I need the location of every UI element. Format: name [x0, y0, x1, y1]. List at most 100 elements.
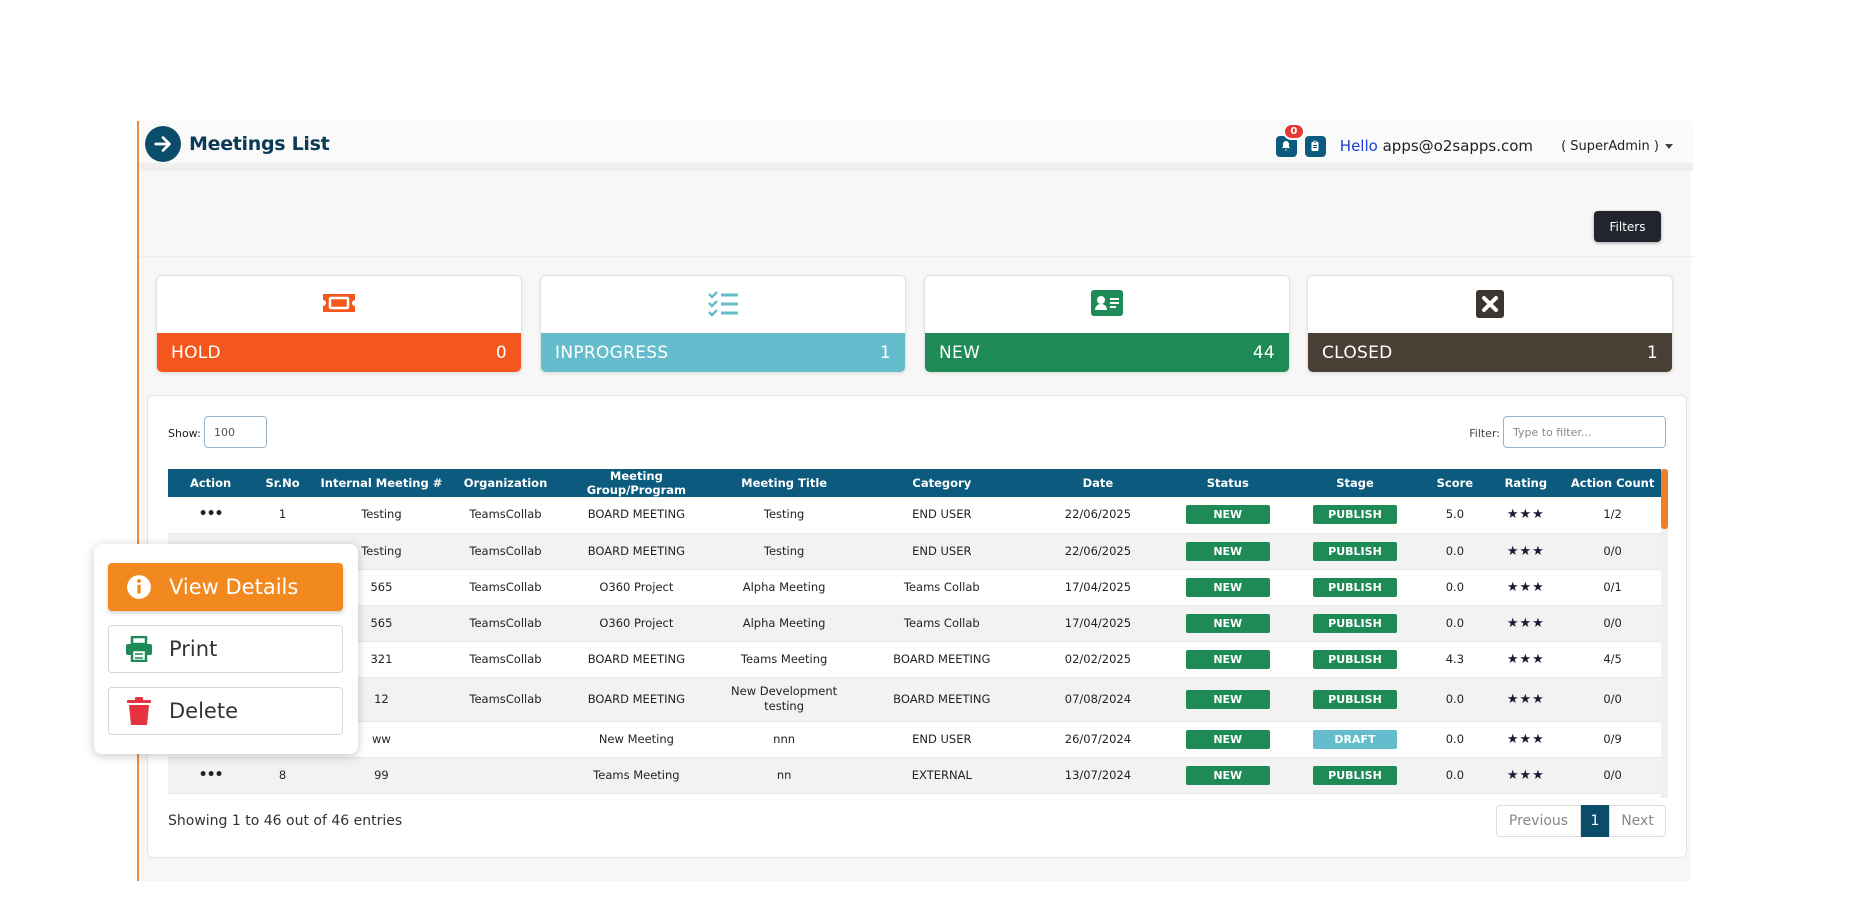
table-cell: END USER [855, 533, 1029, 570]
column-header[interactable]: Organization [450, 469, 561, 497]
table-cell: Alpha Meeting [712, 569, 856, 606]
cell-organization: TeamsCollab [469, 691, 542, 706]
column-header[interactable]: Category [855, 469, 1029, 497]
table-cell: ★★★ [1487, 641, 1565, 678]
column-header[interactable]: Meeting Title [712, 469, 856, 497]
row-action-menu-button[interactable]: ••• [199, 506, 224, 522]
table-row[interactable]: 565 TeamsCollab O360 Project Alpha Meeting T… [168, 605, 1661, 642]
page-button-1[interactable]: 1 [1581, 805, 1609, 837]
pagination: Previous 1 Next [1496, 805, 1666, 837]
column-header[interactable]: Date [1028, 469, 1168, 497]
status-card-inprogress[interactable]: INPROGRESS 1 [540, 275, 906, 373]
table-cell: Teams Collab [855, 569, 1029, 606]
table-row[interactable]: ••• 8 99 Teams Meeting nn EXTERNAL 13/07/2024 N… [168, 757, 1661, 794]
cell-internal-meeting: 99 [374, 767, 389, 782]
show-label: Show: [168, 427, 201, 440]
card-count: 1 [1646, 342, 1658, 363]
table-cell: ★★★ [1487, 533, 1565, 570]
card-count: 0 [495, 342, 507, 363]
filters-button[interactable]: Filters [1594, 211, 1661, 242]
table-row[interactable]: Testing TeamsCollab BOARD MEETING Testing EN… [168, 533, 1661, 570]
table-cell: PUBLISH [1287, 757, 1423, 794]
cell-meeting-group: O360 Project [599, 579, 674, 594]
table-header-row: Action Sr.No Internal Meeting # Organizatio… [168, 469, 1661, 497]
column-header[interactable]: Score [1422, 469, 1488, 497]
cell-internal-meeting: Testing [361, 507, 402, 522]
rating-stars: ★★★ [1506, 507, 1545, 523]
column-header[interactable]: Sr.No [253, 469, 313, 497]
delete-menu-item[interactable]: Delete [108, 687, 343, 735]
user-greeting: Hello apps@o2sapps.com [1340, 137, 1533, 155]
cell-action-count: 0/1 [1603, 579, 1622, 594]
filter-input[interactable] [1503, 416, 1666, 448]
column-header[interactable]: Status [1167, 469, 1288, 497]
column-header[interactable]: Action Count [1564, 469, 1661, 497]
column-header[interactable]: Meeting Group/Program [560, 469, 713, 497]
arrow-right-circle-icon[interactable] [145, 126, 181, 162]
table-cell: NEW [1167, 605, 1288, 642]
table-row[interactable]: ••• 1 Testing TeamsCollab BOARD MEETING Testi… [168, 497, 1661, 534]
cell-internal-meeting: 12 [374, 691, 389, 706]
status-card-hold[interactable]: HOLD 0 [156, 275, 522, 373]
table-scrollbar[interactable] [1661, 469, 1668, 798]
rating-stars: ★★★ [1506, 543, 1545, 559]
cell-meeting-title: Alpha Meeting [742, 615, 826, 630]
table-cell: BOARD MEETING [560, 533, 713, 570]
column-header[interactable]: Stage [1287, 469, 1423, 497]
table-row[interactable]: ww New Meeting nnn END USER 26/07/2024 NEW DRA… [168, 721, 1661, 758]
cell-meeting-group: BOARD MEETING [587, 543, 686, 558]
cell-score: 5.0 [1445, 507, 1465, 522]
table-cell: 07/08/2024 [1028, 677, 1168, 722]
table-scroll-area[interactable]: Action Sr.No Internal Meeting # Organizatio… [168, 469, 1668, 798]
next-button[interactable]: Next [1609, 805, 1666, 837]
rating-stars: ★★★ [1506, 731, 1545, 747]
cell-organization: TeamsCollab [469, 651, 542, 666]
cell-category: BOARD MEETING [893, 651, 991, 666]
entries-info: Showing 1 to 46 out of 46 entries [168, 813, 403, 829]
clipboard-icon[interactable] [1304, 135, 1326, 157]
status-card-closed[interactable]: CLOSED 1 [1307, 275, 1673, 373]
table-cell: 22/06/2025 [1028, 497, 1168, 534]
table-cell: ••• [168, 497, 254, 534]
hello-word: Hello [1339, 137, 1378, 155]
table-cell: 0/0 [1564, 605, 1661, 642]
column-header[interactable]: Internal Meeting # [312, 469, 451, 497]
meetings-table-panel: Show: Filter: ActionSr.NoInternal Meetin… [147, 395, 1687, 858]
user-email: apps@o2sapps.com [1382, 137, 1534, 155]
table-cell: 4/5 [1564, 641, 1661, 678]
cell-meeting-title: nnn [773, 731, 796, 746]
table-cell: PUBLISH [1287, 677, 1423, 722]
table-cell: 0.0 [1422, 757, 1488, 794]
status-card-new[interactable]: NEW 44 [924, 275, 1290, 373]
cell-sr-no: 1 [278, 507, 287, 522]
view-details-menu-item[interactable]: View Details [108, 563, 343, 611]
card-label: HOLD [171, 342, 221, 363]
table-cell: NEW [1167, 497, 1288, 534]
cell-score: 4.3 [1445, 651, 1465, 666]
cell-category: Teams Collab [903, 615, 980, 630]
table-row[interactable]: 12 TeamsCollab BOARD MEETING New Developmen… [168, 677, 1661, 722]
print-menu-item[interactable]: Print [108, 625, 343, 673]
table-cell: PUBLISH [1287, 497, 1423, 534]
scrollbar-thumb[interactable] [1661, 469, 1668, 529]
column-header[interactable]: Rating [1487, 469, 1565, 497]
previous-button[interactable]: Previous [1496, 805, 1581, 837]
table-cell: 5.0 [1422, 497, 1488, 534]
column-header[interactable]: Action [168, 469, 254, 497]
table-cell: PUBLISH [1287, 533, 1423, 570]
table-cell: PUBLISH [1287, 569, 1423, 606]
cell-action-count: 0/9 [1603, 731, 1622, 746]
table-cell: BOARD MEETING [560, 497, 713, 534]
role-dropdown[interactable]: ( SuperAdmin ) [1561, 139, 1673, 154]
table-row[interactable]: 565 TeamsCollab O360 Project Alpha Meeting T… [168, 569, 1661, 606]
bell-icon[interactable]: 0 [1275, 122, 1305, 157]
page-size-input[interactable] [204, 416, 267, 448]
table-cell [450, 757, 561, 794]
table-cell: NEW [1167, 677, 1288, 722]
cell-category: END USER [912, 543, 972, 558]
table-cell: 0.0 [1422, 569, 1488, 606]
notification-badge: 0 [1282, 122, 1305, 140]
table-row[interactable]: 321 TeamsCollab BOARD MEETING Teams Meeting… [168, 641, 1661, 678]
row-action-menu-button[interactable]: ••• [199, 767, 224, 783]
cell-category: BOARD MEETING [893, 691, 991, 706]
